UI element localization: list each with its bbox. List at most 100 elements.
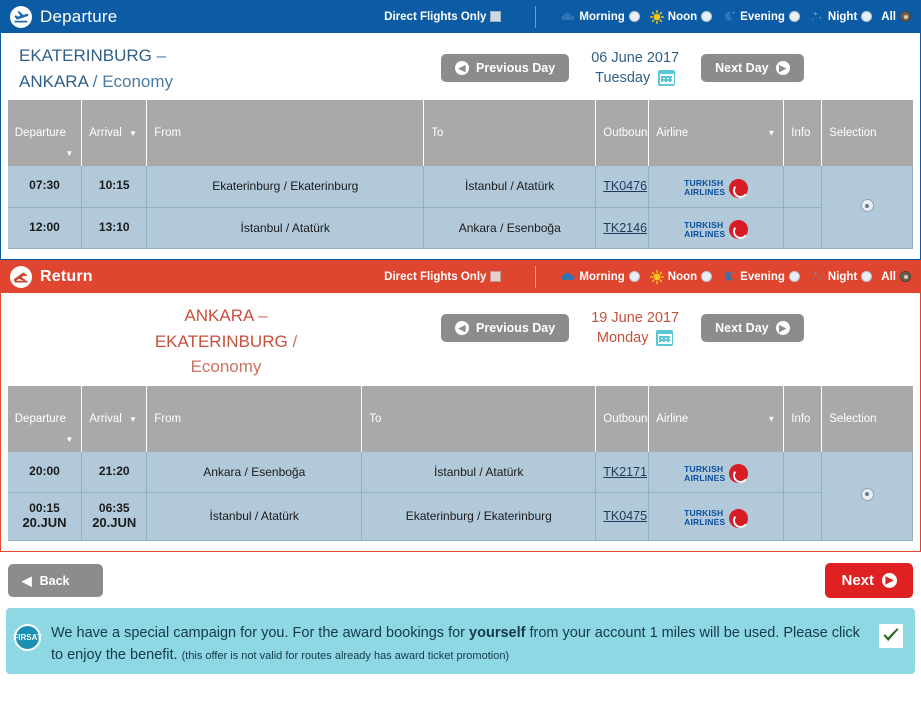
time-filter-all-radio[interactable] <box>900 271 911 282</box>
column-header-outbound[interactable]: Outbound <box>595 385 654 452</box>
time-filter-evening[interactable]: Evening <box>721 10 800 24</box>
column-header-arrival[interactable]: Arrival ▼ <box>81 100 148 166</box>
flight-selection-radio[interactable] <box>860 487 874 501</box>
cell-selection[interactable] <box>821 166 914 249</box>
cell-info[interactable] <box>783 492 823 541</box>
time-filter-noon-radio[interactable] <box>701 11 713 22</box>
time-filter-noon-radio[interactable] <box>701 271 713 282</box>
time-filter-morning[interactable]: Morning <box>560 270 640 284</box>
cell-outbound[interactable]: TK2171 <box>595 451 650 493</box>
time-filter-night-radio[interactable] <box>861 11 873 22</box>
time-filter-evening-radio[interactable] <box>788 11 800 22</box>
departure-date: 06 June 2017 <box>591 50 680 66</box>
time-filter-morning[interactable]: Morning <box>560 10 640 24</box>
cell-airline: TURKISH AIRLINES <box>648 166 785 208</box>
column-header-to[interactable]: To <box>423 100 597 166</box>
time-filter-noon[interactable]: Noon <box>649 269 713 284</box>
column-header-departure[interactable]: Departure ▼ <box>7 100 83 166</box>
column-header-outbound[interactable]: Outbound <box>595 100 654 166</box>
column-header-to[interactable]: To <box>361 385 597 452</box>
time-filter-noon-label: Noon <box>667 270 698 283</box>
back-button-label: Back <box>39 573 70 588</box>
back-button[interactable]: ◀ Back <box>8 564 103 598</box>
column-header-info-label: Info <box>791 412 811 425</box>
promo-text-fine: (this offer is not valid for routes alre… <box>181 650 510 663</box>
table-row[interactable]: 20:00 21:20 Ankara / Esenboğa İstanbul /… <box>7 451 914 541</box>
column-header-from[interactable]: From <box>146 385 363 452</box>
column-header-arrival[interactable]: Arrival ▼ <box>81 385 148 452</box>
time-filter-evening[interactable]: Evening <box>721 270 800 284</box>
return-next-day-label: Next Day <box>715 320 769 335</box>
next-button[interactable]: Next ▶ <box>825 563 913 599</box>
return-route-title: ANKARA – EKATERINBURG / Economy <box>11 303 441 380</box>
time-filter-night-radio[interactable] <box>861 271 873 282</box>
flight-number-link[interactable]: TK0476 <box>603 179 647 193</box>
departure-next-day-button[interactable]: Next Day ▶ <box>701 53 804 82</box>
promo-checkbox[interactable] <box>879 623 903 648</box>
table-row[interactable]: 07:30 10:15 Ekaterinburg / Ekaterinburg … <box>7 166 914 249</box>
cell-departure-time: 00:15 20.JUN <box>7 492 83 541</box>
calendar-icon[interactable] <box>658 70 676 87</box>
direct-flights-only-return[interactable]: Direct Flights Only <box>384 270 502 283</box>
cell-departure-time: 12:00 <box>7 207 83 249</box>
cell-info[interactable] <box>783 207 823 249</box>
time-filter-morning-radio[interactable] <box>628 271 640 282</box>
chevron-right-icon: ▶ <box>882 573 897 589</box>
table-row[interactable]: 12:00 13:10 İstanbul / Atatürk Ankara / … <box>7 207 913 249</box>
table-row[interactable]: 00:15 20.JUN 06:35 20.JUN İstanbul / Ata… <box>7 492 913 541</box>
sort-descending-icon: ▼ <box>65 149 74 158</box>
column-header-selection-label: Selection <box>829 127 877 139</box>
time-filter-noon[interactable]: Noon <box>649 9 713 24</box>
cell-info[interactable] <box>783 451 823 493</box>
time-filter-all[interactable]: All <box>881 271 911 283</box>
direct-flights-only-checkbox[interactable] <box>490 271 502 282</box>
column-header-departure[interactable]: Departure ▼ <box>7 385 83 452</box>
flight-number-link[interactable]: TK2146 <box>603 221 647 235</box>
time-filter-morning-radio[interactable] <box>628 11 640 22</box>
column-header-airline[interactable]: Airline ▼ <box>648 100 785 166</box>
return-previous-day-button[interactable]: ◀ Previous Day <box>441 313 570 342</box>
route-slash: / <box>292 331 298 351</box>
column-header-outbound-label: Outbound <box>603 412 654 425</box>
cell-outbound[interactable]: TK0475 <box>595 492 650 541</box>
column-header-airline[interactable]: Airline ▼ <box>648 385 785 452</box>
divider <box>535 5 537 28</box>
direct-flights-only-label: Direct Flights Only <box>384 270 487 283</box>
departure-route-title: EKATERINBURG – ANKARA / Economy <box>11 43 441 94</box>
cloud-icon <box>560 270 576 284</box>
return-date-nav: ◀ Previous Day 19 June 2017 Monday Next … <box>441 303 910 348</box>
time-filter-night[interactable]: Night <box>809 10 873 24</box>
column-header-from[interactable]: From <box>146 100 425 166</box>
time-filter-morning-label: Morning <box>579 270 625 283</box>
return-next-day-button[interactable]: Next Day ▶ <box>701 313 804 342</box>
sort-descending-icon: ▼ <box>767 414 776 423</box>
flight-number-link[interactable]: TK0475 <box>603 509 647 523</box>
route-dash: – <box>258 306 268 325</box>
cell-outbound[interactable]: TK2146 <box>595 207 650 249</box>
sort-descending-icon: ▼ <box>767 128 776 138</box>
cell-selection[interactable] <box>821 451 914 541</box>
promo-banner[interactable]: FIRSAT We have a special campaign for yo… <box>6 607 915 674</box>
direct-flights-only-checkbox[interactable] <box>490 11 502 22</box>
time-filter-evening-radio[interactable] <box>788 271 800 282</box>
flight-selection-radio[interactable] <box>860 199 874 212</box>
time-filter-noon-label: Noon <box>667 10 698 23</box>
time-filter-evening-label: Evening <box>740 10 785 23</box>
time-filter-all-radio[interactable] <box>900 11 911 22</box>
direct-flights-only-departure[interactable]: Direct Flights Only <box>384 11 502 23</box>
sun-icon <box>649 9 665 24</box>
column-header-from-label: From <box>154 412 182 425</box>
time-filters-departure: Morning Noon Evening Night All <box>560 9 913 24</box>
time-filter-night[interactable]: Night <box>809 270 873 284</box>
cell-outbound[interactable]: TK0476 <box>595 166 650 208</box>
flight-number-link[interactable]: TK2171 <box>603 465 647 479</box>
calendar-icon[interactable] <box>656 330 674 347</box>
cell-info[interactable] <box>783 166 823 208</box>
chevron-left-icon: ◀ <box>455 60 469 75</box>
departure-previous-day-button[interactable]: ◀ Previous Day <box>441 53 570 82</box>
return-title: Return <box>40 267 93 285</box>
column-header-info[interactable]: Info <box>783 100 823 166</box>
sort-descending-icon: ▼ <box>129 414 137 424</box>
time-filter-all[interactable]: All <box>881 11 911 23</box>
column-header-info[interactable]: Info <box>783 385 823 452</box>
